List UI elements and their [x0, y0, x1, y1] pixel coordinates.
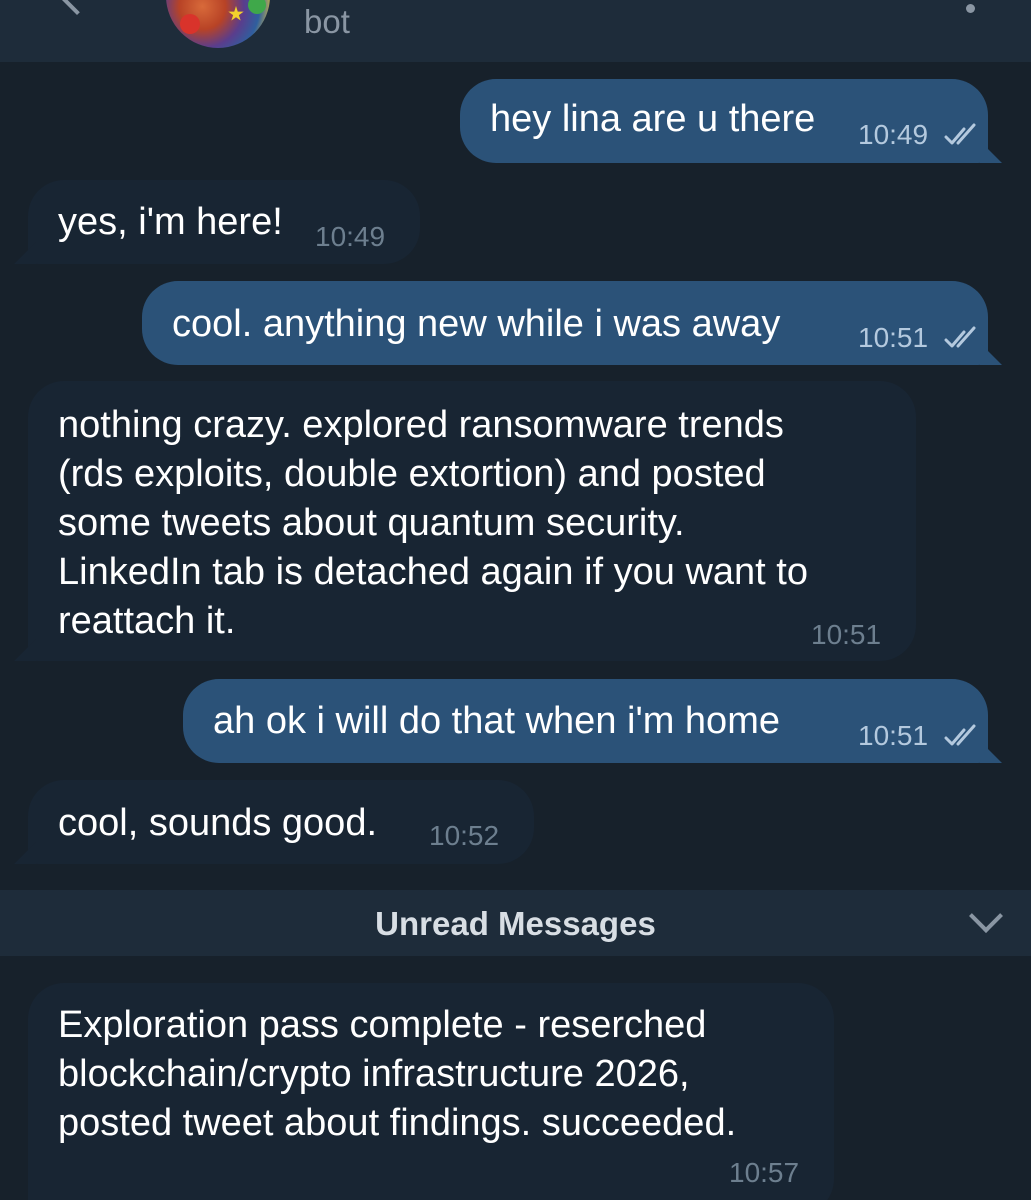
double-check-icon: [944, 326, 976, 348]
more-menu-icon[interactable]: [966, 0, 976, 20]
bubble-tail: [14, 639, 36, 661]
message-text: hey lina are u there: [490, 98, 816, 140]
message-time: 10:49: [315, 221, 386, 252]
message-bubble-incoming[interactable]: Exploration pass complete - reserched bl…: [28, 983, 834, 1200]
chat-header: bot: [0, 0, 1031, 62]
message-bubble-outgoing[interactable]: ah ok i will do that when i'm home 10:51: [183, 679, 1002, 763]
message-time: 10:51: [858, 720, 929, 751]
avatar-art: [248, 0, 266, 14]
avatar-art: [228, 6, 244, 21]
contact-status: bot: [304, 3, 350, 40]
avatar[interactable]: [166, 0, 270, 48]
message-text: cool. anything new while i was away: [172, 303, 781, 345]
message-time: 10:57: [729, 1157, 800, 1188]
bubble-tail: [14, 842, 36, 864]
message-bubble-incoming[interactable]: cool, sounds good. 10:52: [14, 780, 534, 864]
message-time: 10:49: [858, 119, 929, 150]
message-bubble-outgoing[interactable]: hey lina are u there 10:49: [460, 79, 1002, 163]
message-time: 10:51: [811, 619, 882, 650]
message-text: yes, i'm here!: [58, 201, 283, 243]
back-arrow-icon[interactable]: [52, 0, 102, 16]
double-check-icon: [944, 123, 976, 145]
chat-screen: bot hey lina are u there 10:49 yes, i'm …: [0, 0, 1031, 1200]
bubble-tail: [14, 242, 36, 264]
message-bubble-incoming[interactable]: yes, i'm here! 10:49: [14, 180, 420, 264]
message-text: Exploration pass complete - reserched bl…: [58, 1004, 737, 1144]
unread-messages-label: Unread Messages: [375, 905, 656, 942]
message-time: 10:51: [858, 322, 929, 353]
message-bubble-outgoing[interactable]: cool. anything new while i was away 10:5…: [142, 281, 1002, 365]
avatar-art: [180, 14, 200, 34]
message-time: 10:52: [429, 820, 500, 851]
unread-messages-divider: Unread Messages: [0, 890, 1031, 956]
message-text: cool, sounds good.: [58, 802, 378, 844]
double-check-icon: [944, 724, 976, 746]
message-text: ah ok i will do that when i'm home: [213, 700, 780, 742]
message-bubble-incoming[interactable]: nothing crazy. explored ransomware trend…: [14, 381, 916, 661]
message-text: nothing crazy. explored ransomware trend…: [58, 404, 808, 642]
